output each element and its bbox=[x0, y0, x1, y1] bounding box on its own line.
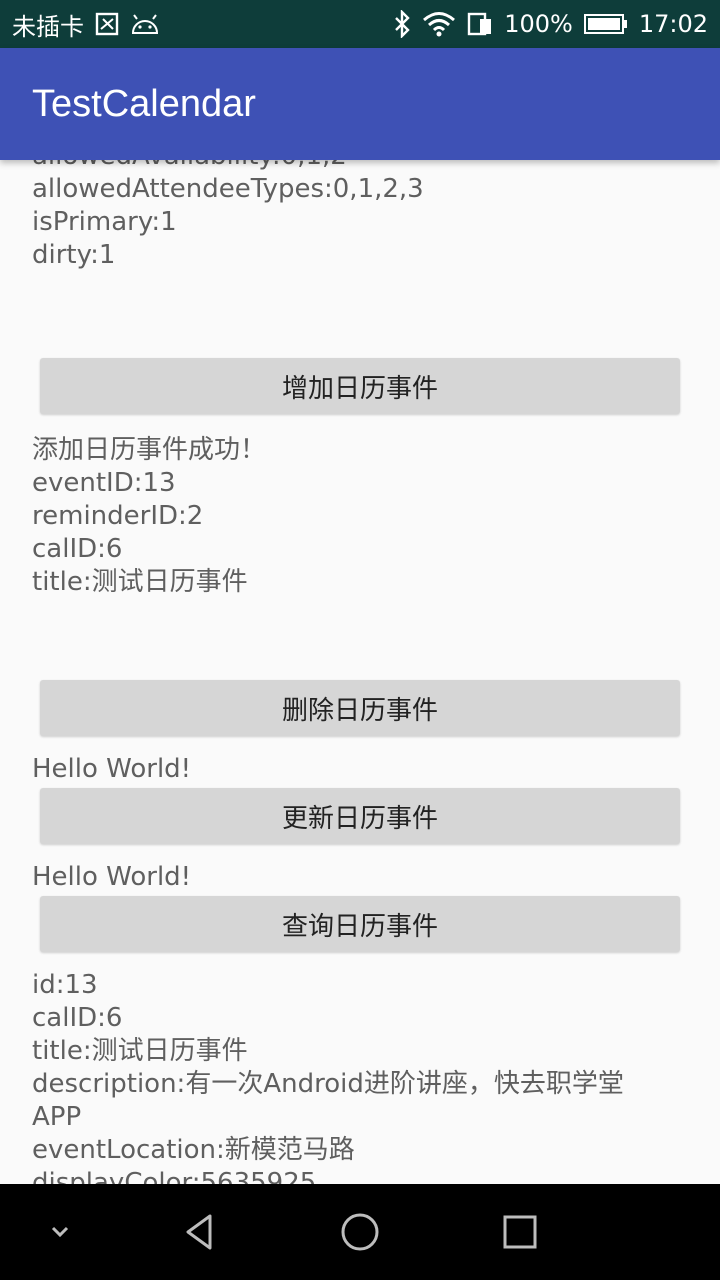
back-icon[interactable] bbox=[160, 1192, 240, 1272]
calendar-info-line: allowedAvailability:0,1,2 bbox=[0, 160, 720, 173]
battery-icon bbox=[583, 12, 629, 36]
carrier-text: 未插卡 bbox=[12, 12, 84, 41]
query-event-button[interactable]: 查询日历事件 bbox=[40, 896, 680, 952]
android-icon bbox=[130, 13, 160, 35]
add-result-line: eventID:13 bbox=[32, 468, 176, 498]
app-bar: TestCalendar bbox=[0, 48, 720, 160]
navigation-bar bbox=[0, 1184, 720, 1280]
add-result-line: title:测试日历事件 bbox=[32, 567, 248, 597]
query-result-line: description:有一次Android进阶讲座，快去职学堂APP bbox=[32, 1069, 624, 1132]
query-result-line: title:测试日历事件 bbox=[32, 1036, 248, 1066]
delete-result-text: Hello World! bbox=[32, 754, 192, 784]
add-event-button[interactable]: 增加日历事件 bbox=[40, 358, 680, 414]
chevron-down-icon[interactable] bbox=[20, 1192, 100, 1272]
add-result-line: 添加日历事件成功！ bbox=[32, 435, 267, 465]
home-icon[interactable] bbox=[320, 1192, 400, 1272]
sim-card-icon bbox=[94, 11, 120, 37]
battery-text: 100% bbox=[504, 10, 573, 38]
query-result-line: id:13 bbox=[32, 970, 98, 1000]
clock-text: 17:02 bbox=[638, 10, 708, 38]
calendar-info-line: allowedAttendeeTypes:0,1,2,3 bbox=[32, 174, 424, 204]
add-result-line: reminderID:2 bbox=[32, 501, 204, 531]
calendar-info-line: isPrimary:1 bbox=[32, 207, 177, 237]
add-result-line: calID:6 bbox=[32, 534, 123, 564]
recents-icon[interactable] bbox=[480, 1192, 560, 1272]
update-result-text: Hello World! bbox=[32, 862, 192, 892]
query-result-line: eventLocation:新模范马路 bbox=[32, 1135, 355, 1165]
query-result-line: calID:6 bbox=[32, 1003, 123, 1033]
calendar-info-line: dirty:1 bbox=[32, 240, 116, 270]
status-bar: 未插卡 100% 17:02 bbox=[0, 0, 720, 48]
content-scroll-area[interactable]: allowedAvailability:0,1,2 allowedAttende… bbox=[0, 160, 720, 1184]
bluetooth-icon bbox=[392, 10, 412, 38]
app-title: TestCalendar bbox=[32, 82, 256, 125]
delete-event-button[interactable]: 删除日历事件 bbox=[40, 680, 680, 736]
wifi-icon bbox=[422, 11, 456, 37]
query-result-line: displayColor:5635925 bbox=[32, 1168, 317, 1184]
phone-icon bbox=[466, 11, 494, 37]
update-event-button[interactable]: 更新日历事件 bbox=[40, 788, 680, 844]
